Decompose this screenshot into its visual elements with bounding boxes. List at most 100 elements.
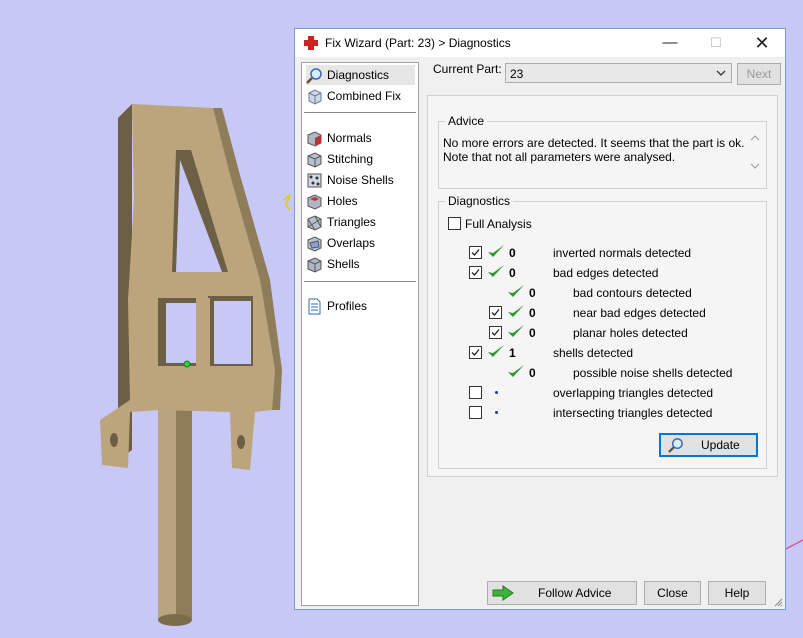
diagnostics-group: Diagnostics Full Analysis 0 inverted nor… [438,194,767,469]
nav-item-combined-fix[interactable]: Combined Fix [306,86,415,106]
green-check-icon [488,345,504,357]
pending-dot-icon [495,391,498,394]
nav-label-shells: Shells [327,257,360,271]
row-label: shells detected [553,346,634,360]
advice-scrollbar[interactable] [747,132,763,172]
nav-label-profiles: Profiles [327,299,368,313]
close-button[interactable]: Close [644,581,701,605]
red-cross-icon [304,36,318,50]
nav-label-noise-shells: Noise Shells [327,173,394,187]
nav-label-normals: Normals [327,131,372,145]
minimize-button[interactable]: — [647,29,693,57]
row-checkbox[interactable] [469,266,482,279]
nav-divider [304,281,416,282]
green-check-icon [488,245,504,257]
green-check-icon [508,325,524,337]
nav-item-normals[interactable]: Normals [306,128,415,148]
nav-item-shells[interactable]: Shells [306,254,415,274]
row-label: inverted normals detected [553,246,692,260]
nav-label-holes: Holes [327,194,358,208]
row-checkbox[interactable] [469,386,482,399]
next-button[interactable]: Next [737,63,781,85]
chevron-down-icon [716,70,726,76]
row-checkbox[interactable] [469,346,482,359]
pending-dot-icon [495,411,498,414]
nav-label-combined-fix: Combined Fix [327,89,402,103]
row-count: 0 [509,266,516,280]
current-part-select[interactable]: 23 [505,63,732,83]
nav-item-profiles[interactable]: Profiles [306,296,415,316]
diagnostics-panel: Advice No more errors are detected. It s… [427,95,778,477]
row-checkbox[interactable] [489,326,502,339]
window-title: Fix Wizard (Part: 23) > Diagnostics [325,36,511,50]
wizard-nav: Diagnostics Combined Fix Normals Stitchi… [301,62,419,606]
close-window-button[interactable]: ✕ [739,29,785,57]
checkmark-icon [471,269,480,276]
document-icon [308,298,321,314]
nav-label-triangles: Triangles [327,215,376,229]
noise-shells-icon [307,173,322,187]
row-label: bad edges detected [553,266,659,280]
advice-title: Advice [445,114,488,128]
combined-fix-icon [308,88,322,105]
magnifier-icon [668,438,683,453]
row-checkbox[interactable] [469,246,482,259]
green-check-icon [508,285,524,297]
update-button[interactable]: Update [659,433,758,457]
advice-group: Advice No more errors are detected. It s… [438,114,767,189]
triangles-cube-icon [307,214,322,231]
row-checkbox[interactable] [489,306,502,319]
nav-label-diagnostics: Diagnostics [327,68,390,82]
green-check-icon [488,265,504,277]
nav-item-stitching[interactable]: Stitching [306,149,415,169]
checkmark-icon [471,349,480,356]
row-label: planar holes detected [573,326,688,340]
overlaps-cube-icon [307,235,322,252]
full-analysis-checkbox[interactable] [448,217,461,230]
row-count: 0 [529,366,536,380]
row-checkbox[interactable] [469,406,482,419]
help-button[interactable]: Help [708,581,766,605]
diagnostics-title: Diagnostics [445,194,514,208]
advice-line-1: No more errors are detected. It seems th… [443,136,745,150]
nav-item-noise-shells[interactable]: Noise Shells [306,170,415,190]
shells-cube-icon [307,256,322,273]
row-label: bad contours detected [573,286,692,300]
resize-grip-icon[interactable] [773,597,783,607]
row-label: overlapping triangles detected [553,386,714,400]
advice-text: No more errors are detected. It seems th… [443,136,758,170]
green-check-icon [508,365,524,377]
row-count: 1 [509,346,516,360]
row-count: 0 [509,246,516,260]
full-analysis-label: Full Analysis [465,217,532,231]
nav-item-triangles[interactable]: Triangles [306,212,415,232]
update-label: Update [701,438,740,452]
nav-label-overlaps: Overlaps [327,236,376,250]
nav-item-overlaps[interactable]: Overlaps [306,233,415,253]
row-label: intersecting triangles detected [553,406,713,420]
row-count: 0 [529,306,536,320]
nav-label-stitching: Stitching [327,152,374,166]
row-label: possible noise shells detected [573,366,733,380]
title-bar[interactable]: Fix Wizard (Part: 23) > Diagnostics — ☐ … [295,29,785,57]
maximize-button[interactable]: ☐ [693,29,739,57]
nav-divider [304,112,416,113]
magnifier-icon [306,67,322,84]
green-arrow-icon [492,585,514,601]
checkmark-icon [491,329,500,336]
checkmark-icon [471,249,480,256]
normals-cube-icon [307,130,322,147]
nav-item-diagnostics[interactable]: Diagnostics [306,65,415,85]
current-part-label: Current Part: [433,62,502,76]
nav-item-holes[interactable]: Holes [306,191,415,211]
advice-line-2: Note that not all parameters were analys… [443,150,676,164]
fix-wizard-dialog: Fix Wizard (Part: 23) > Diagnostics — ☐ … [294,28,786,610]
holes-cube-icon [307,193,322,210]
green-check-icon [508,305,524,317]
stitching-cube-icon [307,151,322,168]
row-count: 0 [529,286,536,300]
row-count: 0 [529,326,536,340]
follow-advice-label: Follow Advice [538,586,612,600]
checkmark-icon [491,309,500,316]
follow-advice-button[interactable]: Follow Advice [487,581,637,605]
